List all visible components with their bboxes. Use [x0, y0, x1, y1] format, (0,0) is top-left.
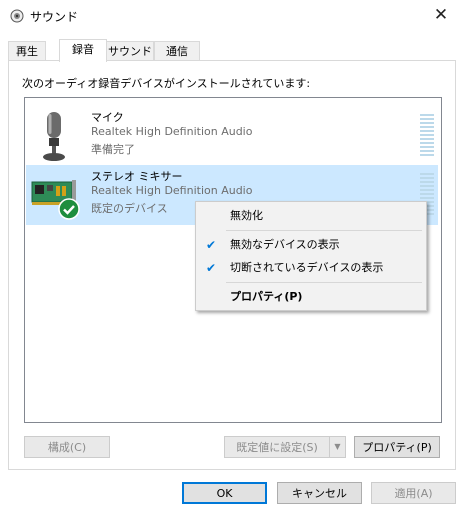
device-item-microphone[interactable]: マイク Realtek High Definition Audio 準備完了: [26, 106, 438, 166]
tab-playback[interactable]: 再生: [8, 41, 46, 61]
menu-item-show-disabled[interactable]: ✔ 無効なデバイスの表示: [196, 234, 426, 256]
checkmark-icon: ✔: [206, 261, 217, 275]
device-name: マイク: [91, 111, 124, 124]
instruction-text: 次のオーディオ録音デバイスがインストールされています:: [22, 77, 311, 90]
menu-separator: [226, 230, 422, 231]
menu-item-label: 切断されているデバイスの表示: [230, 261, 384, 274]
default-device-check-icon: [58, 198, 80, 220]
apply-button[interactable]: 適用(A): [371, 482, 456, 504]
checkmark-icon: ✔: [206, 238, 217, 252]
menu-separator: [226, 282, 422, 283]
device-name: ステレオ ミキサー: [91, 170, 183, 183]
speaker-icon: [10, 9, 24, 23]
tab-sounds[interactable]: サウンド: [106, 41, 154, 61]
set-default-label: 既定値に設定(S): [236, 441, 318, 454]
properties-button[interactable]: プロパティ(P): [354, 436, 440, 458]
menu-item-label: 無効なデバイスの表示: [230, 238, 340, 251]
configure-button[interactable]: 構成(C): [24, 436, 110, 458]
context-menu: 無効化 ✔ 無効なデバイスの表示 ✔ 切断されているデバイスの表示 プロパティ(…: [195, 201, 427, 311]
title-bar: サウンド ✕: [0, 0, 464, 32]
dropdown-arrow-icon[interactable]: ▼: [329, 437, 345, 457]
menu-item-show-disconnected[interactable]: ✔ 切断されているデバイスの表示: [196, 257, 426, 279]
cancel-button[interactable]: キャンセル: [277, 482, 362, 504]
window-title: サウンド: [30, 10, 79, 24]
tab-communications[interactable]: 通信: [154, 41, 200, 61]
set-default-button[interactable]: 既定値に設定(S) ▼: [224, 436, 346, 458]
device-status: 既定のデバイス: [91, 202, 168, 215]
device-driver: Realtek High Definition Audio: [91, 125, 253, 138]
microphone-icon: [43, 112, 65, 161]
level-meter: [420, 114, 434, 158]
tab-recording[interactable]: 録音: [59, 39, 107, 62]
device-driver: Realtek High Definition Audio: [91, 184, 253, 197]
menu-item-properties[interactable]: プロパティ(P): [196, 286, 426, 308]
ok-button[interactable]: OK: [182, 482, 267, 504]
menu-item-label: プロパティ(P): [230, 290, 303, 303]
menu-item-label: 無効化: [230, 209, 263, 222]
close-button[interactable]: ✕: [418, 0, 464, 32]
menu-item-disable[interactable]: 無効化: [196, 205, 426, 227]
device-status: 準備完了: [91, 143, 135, 156]
